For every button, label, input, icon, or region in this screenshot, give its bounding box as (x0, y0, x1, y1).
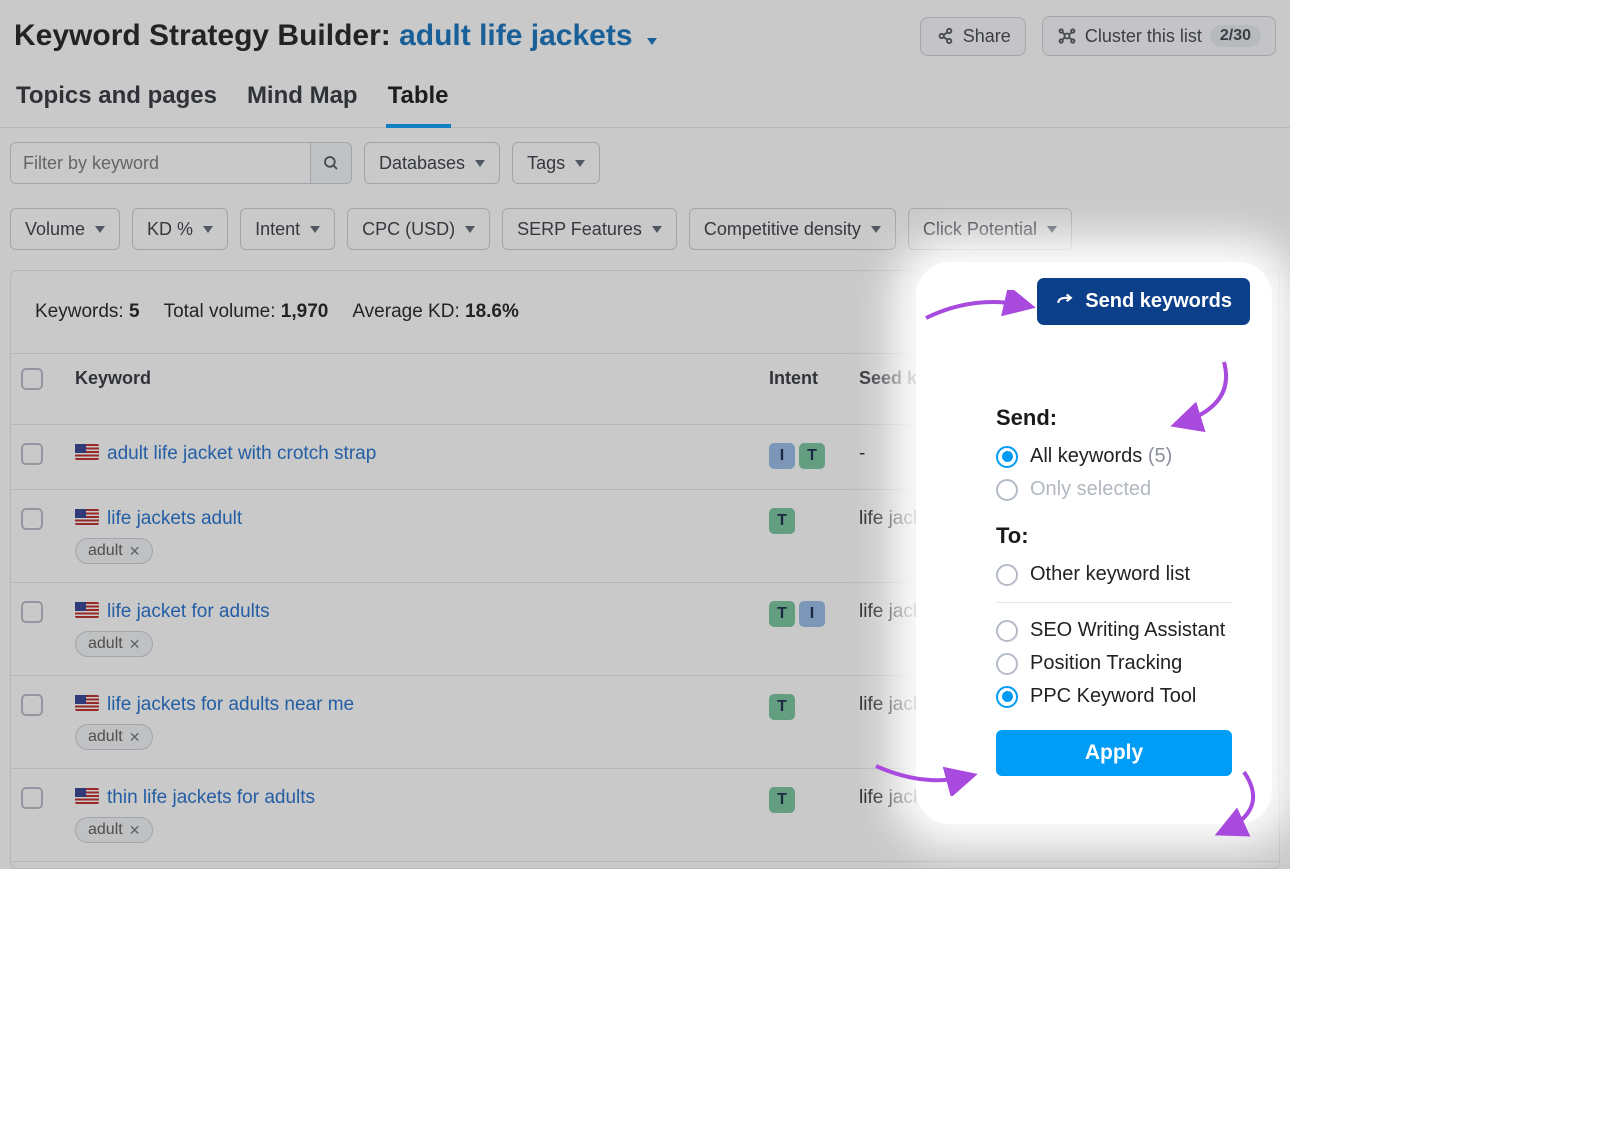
radio-icon (996, 479, 1018, 501)
row-checkbox[interactable] (21, 443, 43, 465)
filter-serp[interactable]: SERP Features (502, 208, 677, 250)
us-flag-icon (75, 788, 99, 804)
chevron-down-icon (1047, 226, 1057, 233)
keyword-filter-input[interactable] (10, 142, 310, 184)
keyword-link[interactable]: life jackets for adults near me (107, 694, 354, 715)
filter-compdens[interactable]: Competitive density (689, 208, 896, 250)
radio-all-keywords[interactable]: All keywords (5) (996, 445, 1232, 468)
keyword-link[interactable]: life jacket for adults (107, 601, 270, 622)
col-keyword[interactable]: Keyword (65, 354, 759, 425)
tab-table[interactable]: Table (386, 72, 451, 128)
chevron-down-icon (871, 226, 881, 233)
summary-avg-kd: Average KD: 18.6% (352, 301, 519, 323)
keyword-tag[interactable]: adult ✕ (75, 538, 153, 564)
to-heading: To: (996, 523, 1232, 549)
radio-ppc-keyword-tool[interactable]: PPC Keyword Tool (996, 685, 1232, 708)
intent-badge-t: T (769, 601, 795, 627)
intent-badge-i: I (769, 443, 795, 469)
search-icon (322, 154, 340, 172)
filter-databases[interactable]: Databases (364, 142, 500, 184)
share-button[interactable]: Share (920, 17, 1026, 56)
radio-icon (996, 686, 1018, 708)
keyword-tag[interactable]: adult ✕ (75, 817, 153, 843)
chevron-down-icon (465, 226, 475, 233)
intent-badge-t: T (769, 508, 795, 534)
cluster-icon (1057, 26, 1077, 46)
keyword-tag[interactable]: adult ✕ (75, 724, 153, 750)
radio-icon (996, 446, 1018, 468)
chevron-down-icon (95, 226, 105, 233)
keyword-filter-submit[interactable] (310, 142, 352, 184)
chevron-down-icon (203, 226, 213, 233)
apply-button[interactable]: Apply (996, 730, 1232, 776)
us-flag-icon (75, 602, 99, 618)
filter-kd[interactable]: KD % (132, 208, 228, 250)
filter-volume[interactable]: Volume (10, 208, 120, 250)
project-dropdown[interactable]: adult life jackets (399, 19, 657, 52)
keyword-link[interactable]: life jackets adult (107, 508, 242, 529)
intent-badge-t: T (769, 694, 795, 720)
us-flag-icon (75, 695, 99, 711)
radio-icon (996, 564, 1018, 586)
intent-badge-i: I (799, 601, 825, 627)
radio-position-tracking[interactable]: Position Tracking (996, 652, 1232, 675)
radio-icon (996, 653, 1018, 675)
keyword-tag[interactable]: adult ✕ (75, 631, 153, 657)
remove-tag-icon[interactable]: ✕ (129, 729, 141, 746)
remove-tag-icon[interactable]: ✕ (129, 636, 141, 653)
select-all-checkbox[interactable] (21, 368, 43, 390)
keyword-link[interactable]: adult life jacket with crotch strap (107, 443, 376, 464)
row-checkbox[interactable] (21, 601, 43, 623)
filter-tags[interactable]: Tags (512, 142, 600, 184)
col-intent[interactable]: Intent (759, 354, 849, 425)
us-flag-icon (75, 444, 99, 460)
row-checkbox[interactable] (21, 694, 43, 716)
chevron-down-icon (575, 160, 585, 167)
tab-topics[interactable]: Topics and pages (14, 72, 219, 127)
chevron-down-icon (310, 226, 320, 233)
cluster-button[interactable]: Cluster this list 2/30 (1042, 16, 1276, 56)
chevron-down-icon (475, 160, 485, 167)
us-flag-icon (75, 509, 99, 525)
cluster-count-badge: 2/30 (1210, 25, 1261, 47)
intent-badge-t: T (769, 787, 795, 813)
tab-mindmap[interactable]: Mind Map (245, 72, 360, 127)
row-checkbox[interactable] (21, 508, 43, 530)
send-keywords-button[interactable]: Send keywords (1037, 278, 1250, 325)
page-title: Keyword Strategy Builder: adult life jac… (14, 19, 657, 53)
intent-badge-t: T (799, 443, 825, 469)
summary-total-volume: Total volume: 1,970 (164, 301, 329, 323)
remove-tag-icon[interactable]: ✕ (129, 822, 141, 839)
radio-seo-writing-assistant[interactable]: SEO Writing Assistant (996, 619, 1232, 642)
share-icon (935, 26, 955, 46)
keyword-link[interactable]: thin life jackets for adults (107, 787, 315, 808)
row-checkbox[interactable] (21, 787, 43, 809)
send-keywords-popover: Send: All keywords (5) Only selected To:… (978, 383, 1250, 796)
radio-only-selected: Only selected (996, 478, 1232, 501)
remove-tag-icon[interactable]: ✕ (129, 543, 141, 560)
summary-keywords: Keywords: 5 (35, 301, 140, 323)
chevron-down-icon (647, 38, 657, 45)
filter-clickpot[interactable]: Click Potential (908, 208, 1072, 250)
send-arrow-icon (1055, 292, 1075, 312)
chevron-down-icon (652, 226, 662, 233)
filter-intent[interactable]: Intent (240, 208, 335, 250)
radio-icon (996, 620, 1018, 642)
radio-other-list[interactable]: Other keyword list (996, 563, 1232, 586)
view-tabs: Topics and pages Mind Map Table (0, 62, 1290, 128)
filter-cpc[interactable]: CPC (USD) (347, 208, 490, 250)
send-heading: Send: (996, 405, 1232, 431)
